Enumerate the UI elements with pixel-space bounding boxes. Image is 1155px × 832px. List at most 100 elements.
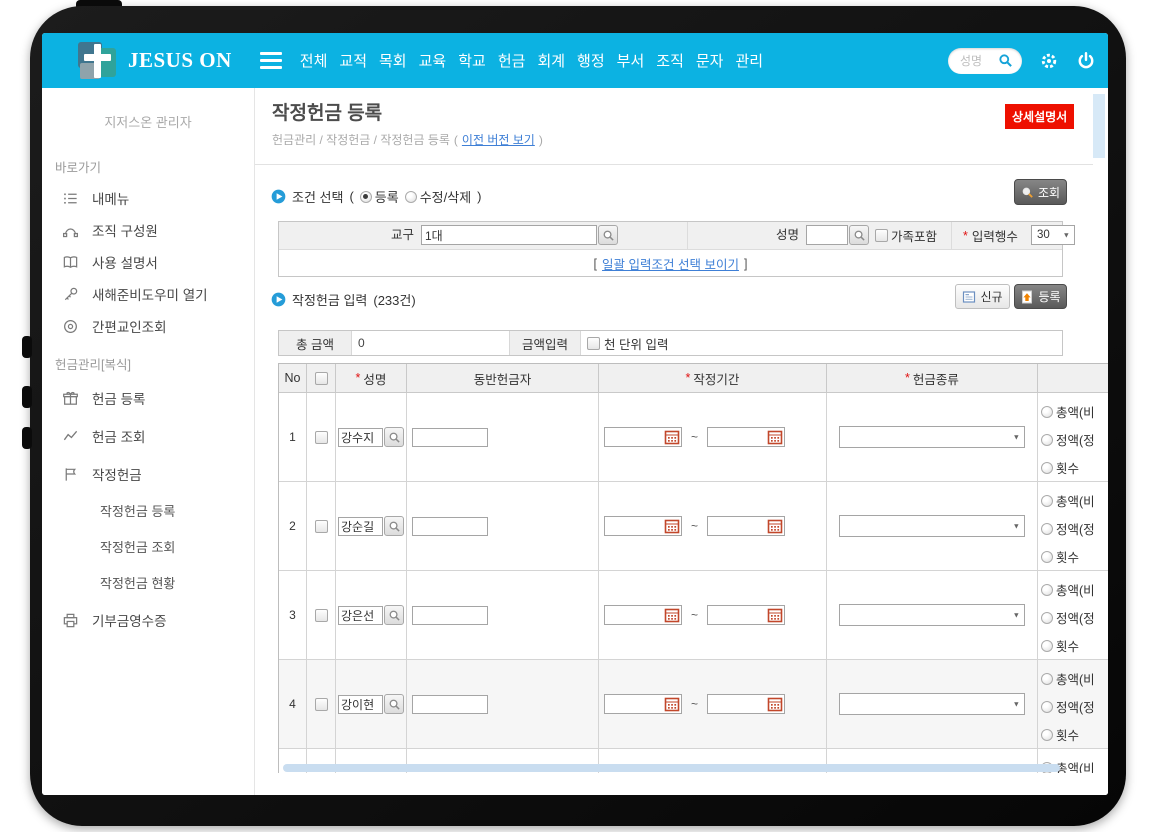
- row-checkbox[interactable]: [315, 431, 328, 444]
- member-name-input[interactable]: [338, 428, 383, 447]
- sidebar-item-donation-receipt[interactable]: 기부금영수증: [42, 601, 254, 639]
- horizontal-scrollbar[interactable]: [283, 764, 1060, 772]
- nav-item-message[interactable]: 문자: [696, 50, 724, 71]
- calendar-icon[interactable]: [767, 429, 783, 445]
- offering-mode-option[interactable]: 정액(정: [1041, 519, 1095, 538]
- offering-type-select[interactable]: ▼: [839, 426, 1025, 448]
- vertical-scrollbar[interactable]: [1093, 94, 1105, 158]
- nav-item-department[interactable]: 부서: [617, 50, 645, 71]
- sidebar-item-newyear-helper[interactable]: 새해준비도우미 열기: [42, 278, 254, 310]
- nav-item-ministry[interactable]: 목회: [379, 50, 407, 71]
- power-icon[interactable]: [1076, 51, 1096, 71]
- period-start-input[interactable]: [605, 606, 663, 624]
- app-logo-text[interactable]: JESUS ON: [128, 48, 232, 73]
- nav-item-school[interactable]: 학교: [458, 50, 486, 71]
- sidebar-item-my-menu[interactable]: 내메뉴: [42, 182, 254, 214]
- district-search-button[interactable]: [598, 225, 618, 245]
- nav-item-administration[interactable]: 행정: [577, 50, 605, 71]
- row-checkbox[interactable]: [315, 609, 328, 622]
- period-end-input[interactable]: [708, 695, 766, 713]
- offering-mode-radio[interactable]: [1041, 701, 1053, 713]
- name-input[interactable]: [806, 225, 848, 245]
- search-icon[interactable]: [998, 53, 1013, 68]
- batch-input-condition-link[interactable]: 일괄 입력조건 선택 보이기: [602, 254, 739, 273]
- companion-input[interactable]: [412, 606, 488, 625]
- period-end-input[interactable]: [708, 428, 766, 446]
- offering-mode-option[interactable]: 정액(정: [1041, 697, 1095, 716]
- offering-mode-option[interactable]: 횟수: [1041, 458, 1079, 477]
- offering-mode-option[interactable]: 횟수: [1041, 636, 1079, 655]
- period-end-input[interactable]: [708, 517, 766, 535]
- offering-mode-option[interactable]: 횟수: [1041, 547, 1079, 566]
- offering-mode-option[interactable]: 총액(비: [1041, 580, 1095, 599]
- companion-input[interactable]: [412, 428, 488, 447]
- offering-mode-option[interactable]: 정액(정: [1041, 608, 1095, 627]
- offering-mode-radio[interactable]: [1041, 434, 1053, 446]
- calendar-icon[interactable]: [664, 607, 680, 623]
- sidebar-subitem-pledge-register[interactable]: 작정헌금 등록: [42, 493, 254, 529]
- thousand-unit-checkbox[interactable]: [587, 337, 600, 350]
- family-include-option[interactable]: 가족포함: [875, 222, 937, 249]
- search-button[interactable]: 조회: [1014, 179, 1067, 205]
- cross-logo-icon[interactable]: [78, 42, 116, 80]
- offering-mode-radio[interactable]: [1041, 673, 1053, 685]
- previous-version-link[interactable]: 이전 버전 보기: [462, 131, 535, 148]
- sidebar-item-org-members[interactable]: 조직 구성원: [42, 214, 254, 246]
- gear-icon[interactable]: [1039, 51, 1059, 71]
- global-search-input[interactable]: [958, 53, 998, 69]
- calendar-icon[interactable]: [664, 696, 680, 712]
- sidebar-item-pledge-offering[interactable]: 작정헌금: [42, 455, 254, 493]
- modify-delete-radio-option[interactable]: 수정/삭제: [405, 187, 471, 206]
- member-name-input[interactable]: [338, 606, 383, 625]
- sidebar-item-offering-register[interactable]: 헌금 등록: [42, 379, 254, 417]
- register-button[interactable]: 등록: [1014, 284, 1067, 309]
- offering-mode-option[interactable]: 횟수: [1041, 725, 1079, 744]
- offering-type-select[interactable]: ▼: [839, 515, 1025, 537]
- offering-mode-radio[interactable]: [1041, 406, 1053, 418]
- nav-item-register[interactable]: 교적: [339, 50, 367, 71]
- detail-manual-button[interactable]: 상세설명서: [1005, 104, 1074, 129]
- member-name-input[interactable]: [338, 517, 383, 536]
- offering-mode-radio[interactable]: [1041, 551, 1053, 563]
- nav-item-offering[interactable]: 헌금: [498, 50, 526, 71]
- calendar-icon[interactable]: [664, 429, 680, 445]
- register-radio[interactable]: [360, 191, 372, 203]
- period-start-input[interactable]: [605, 517, 663, 535]
- offering-mode-option[interactable]: 정액(정: [1041, 430, 1095, 449]
- offering-mode-radio[interactable]: [1041, 495, 1053, 507]
- calendar-icon[interactable]: [767, 696, 783, 712]
- offering-mode-option[interactable]: 총액(비: [1041, 491, 1095, 510]
- period-start-input[interactable]: [605, 695, 663, 713]
- sidebar-item-offering-search[interactable]: 헌금 조회: [42, 417, 254, 455]
- offering-mode-radio[interactable]: [1041, 462, 1053, 474]
- rows-per-page-select[interactable]: 30 ▼: [1031, 225, 1075, 245]
- sidebar-subitem-pledge-status[interactable]: 작정헌금 현황: [42, 565, 254, 601]
- companion-input[interactable]: [412, 517, 488, 536]
- register-radio-option[interactable]: 등록: [360, 187, 399, 206]
- nav-item-education[interactable]: 교육: [419, 50, 447, 71]
- offering-mode-option[interactable]: 총액(비: [1041, 402, 1095, 421]
- name-search-button[interactable]: [849, 225, 869, 245]
- calendar-icon[interactable]: [664, 518, 680, 534]
- family-include-checkbox[interactable]: [875, 229, 888, 242]
- select-all-checkbox[interactable]: [315, 372, 328, 385]
- calendar-icon[interactable]: [767, 607, 783, 623]
- modify-delete-radio[interactable]: [405, 191, 417, 203]
- companion-input[interactable]: [412, 695, 488, 714]
- sidebar-item-user-manual[interactable]: 사용 설명서: [42, 246, 254, 278]
- calendar-icon[interactable]: [767, 518, 783, 534]
- offering-mode-option[interactable]: 총액(비: [1041, 669, 1095, 688]
- nav-item-organization[interactable]: 조직: [656, 50, 684, 71]
- new-button[interactable]: 신규: [955, 284, 1010, 309]
- period-end-input[interactable]: [708, 606, 766, 624]
- offering-type-select[interactable]: ▼: [839, 693, 1025, 715]
- offering-mode-radio[interactable]: [1041, 584, 1053, 596]
- offering-type-select[interactable]: ▼: [839, 604, 1025, 626]
- nav-item-management[interactable]: 관리: [735, 50, 763, 71]
- member-search-button[interactable]: [384, 694, 404, 714]
- hamburger-menu-icon[interactable]: [260, 52, 282, 69]
- nav-item-accounting[interactable]: 회계: [537, 50, 565, 71]
- offering-mode-radio[interactable]: [1041, 640, 1053, 652]
- period-start-input[interactable]: [605, 428, 663, 446]
- offering-mode-radio[interactable]: [1041, 612, 1053, 624]
